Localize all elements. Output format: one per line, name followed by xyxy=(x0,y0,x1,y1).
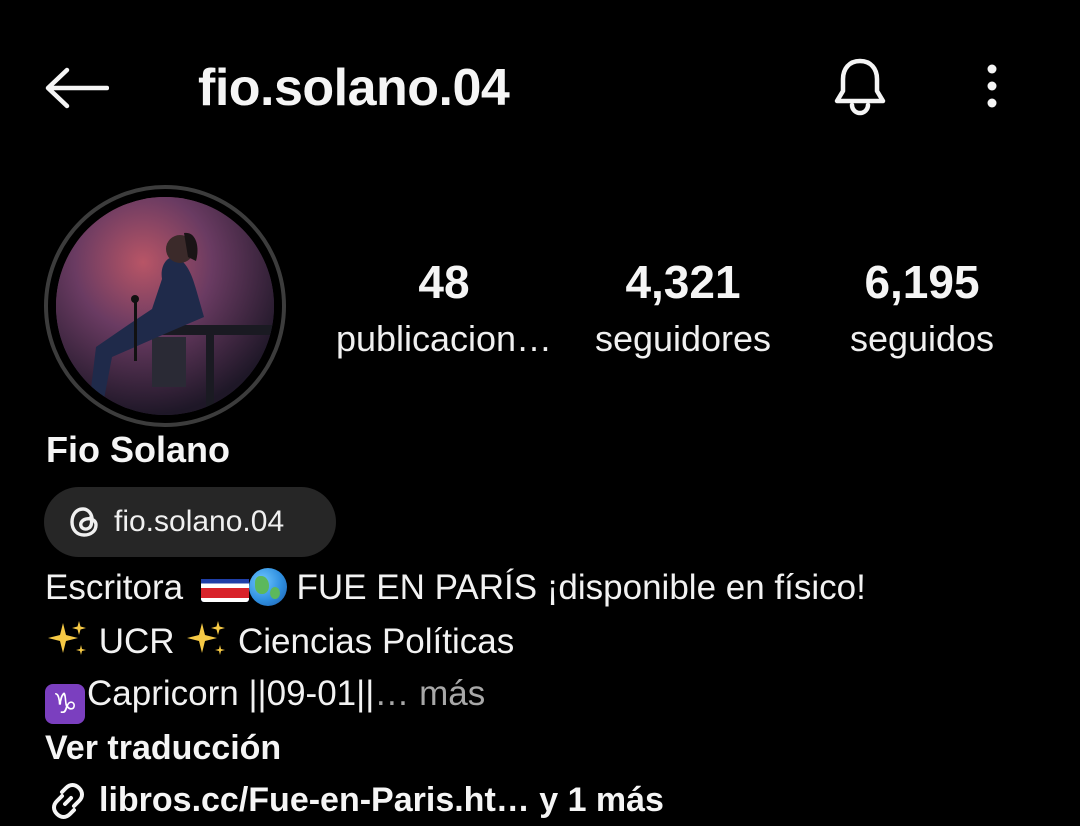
more-options-button[interactable] xyxy=(968,54,1016,118)
bio-link-text: libros.cc/Fue-en-Paris.ht… y 1 más xyxy=(99,781,664,819)
bio-text-capricorn: Capricorn ||09-01|| xyxy=(87,674,375,713)
back-button[interactable] xyxy=(40,60,112,116)
link-icon xyxy=(52,783,84,819)
stat-followers[interactable]: 4,321 seguidores xyxy=(553,252,813,364)
bio-line-1: Escritora FUE EN PARÍS ¡disponible en fí… xyxy=(45,566,866,610)
arrow-left-icon xyxy=(45,67,109,109)
bio-line-3: ♑ Capricorn ||09-01||… más xyxy=(45,672,485,724)
stat-followers-label: seguidores xyxy=(594,318,772,359)
bio-text-book: FUE EN PARÍS ¡disponible en físico! xyxy=(286,568,866,607)
capricorn-icon: ♑ xyxy=(45,684,85,724)
threads-handle: fio.solano.04 xyxy=(114,505,285,538)
avatar-illustration xyxy=(56,197,274,415)
notifications-button[interactable] xyxy=(828,54,892,118)
bio-text-politics: Ciencias Políticas xyxy=(228,622,515,661)
more-vertical-icon xyxy=(987,64,997,108)
stat-posts-label: publicacion… xyxy=(335,318,553,359)
sparkles-icon-2 xyxy=(184,619,228,659)
profile-avatar[interactable] xyxy=(44,185,286,427)
stat-following-value: 6,195 xyxy=(864,256,980,308)
bell-icon xyxy=(834,58,886,116)
bio-more-link[interactable]: … más xyxy=(374,674,485,713)
globe-icon xyxy=(248,568,287,606)
profile-display-name: Fio Solano xyxy=(46,429,230,470)
see-translation-link[interactable]: Ver traducción xyxy=(45,726,281,770)
bio-line-2: UCR Ciencias Políticas xyxy=(45,619,514,664)
bio-external-link[interactable]: libros.cc/Fue-en-Paris.ht… y 1 más xyxy=(45,778,664,822)
profile-username-title: fio.solano.04 xyxy=(198,59,510,117)
stat-following-label: seguidos xyxy=(849,318,995,359)
avatar-photo xyxy=(56,197,274,415)
stat-posts[interactable]: 48 publicacion… xyxy=(314,252,574,364)
bio-text-ucr: UCR xyxy=(89,622,185,661)
stat-following[interactable]: 6,195 seguidos xyxy=(792,252,1052,364)
threads-profile-link[interactable]: fio.solano.04 xyxy=(44,487,336,557)
sparkles-icon xyxy=(45,619,89,659)
bio-text-writer: Escritora xyxy=(45,568,193,607)
stat-posts-value: 48 xyxy=(418,256,470,308)
costa-rica-flag-icon xyxy=(200,574,249,602)
threads-icon xyxy=(70,507,98,537)
stat-followers-value: 4,321 xyxy=(625,256,741,308)
